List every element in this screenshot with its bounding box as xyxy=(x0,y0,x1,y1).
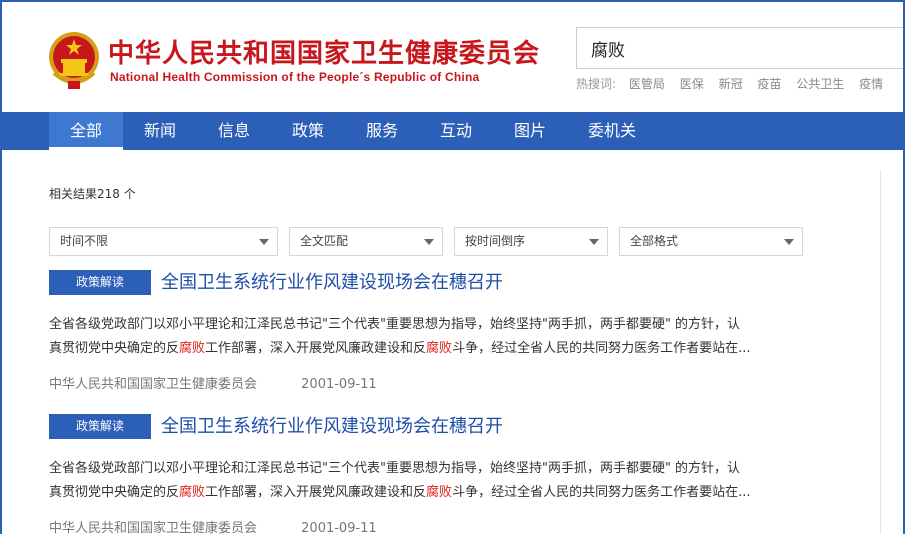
hot-word-link[interactable]: 新冠 xyxy=(719,77,743,91)
keyword-highlight: 腐败 xyxy=(179,485,206,500)
chevron-down-icon xyxy=(259,239,269,245)
main-nav: 全部 新闻 信息 政策 服务 互动 图片 委机关 xyxy=(2,112,903,150)
hot-word-link[interactable]: 疫情 xyxy=(859,77,883,91)
result-category-badge[interactable]: 政策解读 xyxy=(49,270,151,295)
snippet-text: 斗争，经过全省人民的共同努力医务工作者要站在... xyxy=(452,341,751,356)
content-divider xyxy=(880,170,881,534)
result-source: 中华人民共和国国家卫生健康委员会 xyxy=(49,377,258,392)
site-title-cn[interactable]: 中华人民共和国国家卫生健康委员会 xyxy=(108,33,540,70)
filter-sort[interactable]: 按时间倒序 xyxy=(454,227,608,256)
result-title-link[interactable]: 全国卫生系统行业作风建设现场会在穗召开 xyxy=(161,412,503,438)
result-snippet: 全省各级党政部门以邓小平理论和江泽民总书记"三个代表"重要思想为指导，始终坚持"… xyxy=(49,313,809,361)
hot-word-link[interactable]: 疫苗 xyxy=(757,77,781,91)
chevron-down-icon xyxy=(589,239,599,245)
snippet-line: 真贯彻党中央确定的反腐败工作部署，深入开展党风廉政建设和反腐败斗争，经过全省人民… xyxy=(49,481,809,505)
hot-word-link[interactable]: 公共卫生 xyxy=(796,77,844,91)
result-snippet: 全省各级党政部门以邓小平理论和江泽民总书记"三个代表"重要思想为指导，始终坚持"… xyxy=(49,457,809,505)
snippet-text: 工作部署，深入开展党风廉政建设和反 xyxy=(205,485,427,500)
snippet-text: 斗争，经过全省人民的共同努力医务工作者要站在... xyxy=(452,485,751,500)
site-header: 中华人民共和国国家卫生健康委员会 National Health Commiss… xyxy=(2,2,903,112)
nav-tab-images[interactable]: 图片 xyxy=(493,112,567,150)
chevron-down-icon xyxy=(424,239,434,245)
result-title-link[interactable]: 全国卫生系统行业作风建设现场会在穗召开 xyxy=(161,268,503,294)
result-category-badge[interactable]: 政策解读 xyxy=(49,414,151,439)
snippet-line: 全省各级党政部门以邓小平理论和江泽民总书记"三个代表"重要思想为指导，始终坚持"… xyxy=(49,461,741,476)
result-source: 中华人民共和国国家卫生健康委员会 xyxy=(49,521,258,534)
filter-match-value: 全文匹配 xyxy=(300,234,349,248)
filter-sort-value: 按时间倒序 xyxy=(465,234,526,248)
keyword-highlight: 腐败 xyxy=(179,341,206,356)
hot-search-label: 热搜词: xyxy=(576,77,617,91)
nav-tab-info[interactable]: 信息 xyxy=(197,112,271,150)
filter-time[interactable]: 时间不限 xyxy=(49,227,278,256)
search-input[interactable] xyxy=(591,28,891,68)
snippet-line: 真贯彻党中央确定的反腐败工作部署，深入开展党风廉政建设和反腐败斗争，经过全省人民… xyxy=(49,337,809,361)
result-date: 2001-09-11 xyxy=(301,521,377,534)
page-frame: 中华人民共和国国家卫生健康委员会 National Health Commiss… xyxy=(0,0,905,534)
nav-tab-policy[interactable]: 政策 xyxy=(271,112,345,150)
nav-tab-all[interactable]: 全部 xyxy=(49,112,123,150)
search-box[interactable] xyxy=(576,27,903,69)
snippet-text: 真贯彻党中央确定的反 xyxy=(49,485,180,500)
nav-tab-interaction[interactable]: 互动 xyxy=(419,112,493,150)
result-date: 2001-09-11 xyxy=(301,377,377,392)
nav-tab-news[interactable]: 新闻 xyxy=(123,112,197,150)
hot-word-link[interactable]: 医管局 xyxy=(629,77,665,91)
filter-match[interactable]: 全文匹配 xyxy=(289,227,443,256)
filter-time-value: 时间不限 xyxy=(60,234,109,248)
national-emblem-icon xyxy=(49,32,99,89)
site-title-en: National Health Commission of the People… xyxy=(110,70,480,84)
snippet-line: 全省各级党政部门以邓小平理论和江泽民总书记"三个代表"重要思想为指导，始终坚持"… xyxy=(49,317,741,332)
keyword-highlight: 腐败 xyxy=(426,485,453,500)
filter-format-value: 全部格式 xyxy=(630,234,679,248)
result-meta: 中华人民共和国国家卫生健康委员会 2001-09-11 xyxy=(49,373,377,392)
snippet-text: 工作部署，深入开展党风廉政建设和反 xyxy=(205,341,427,356)
result-meta: 中华人民共和国国家卫生健康委员会 2001-09-11 xyxy=(49,517,377,534)
keyword-highlight: 腐败 xyxy=(426,341,453,356)
results-count: 相关结果218 个 xyxy=(49,187,136,201)
nav-tab-organs[interactable]: 委机关 xyxy=(567,112,657,150)
filter-format[interactable]: 全部格式 xyxy=(619,227,803,256)
hot-word-link[interactable]: 医保 xyxy=(680,77,704,91)
hot-search-words: 热搜词: 医管局 医保 新冠 疫苗 公共卫生 疫情 xyxy=(576,75,894,92)
nav-tab-service[interactable]: 服务 xyxy=(345,112,419,150)
chevron-down-icon xyxy=(784,239,794,245)
snippet-text: 真贯彻党中央确定的反 xyxy=(49,341,180,356)
